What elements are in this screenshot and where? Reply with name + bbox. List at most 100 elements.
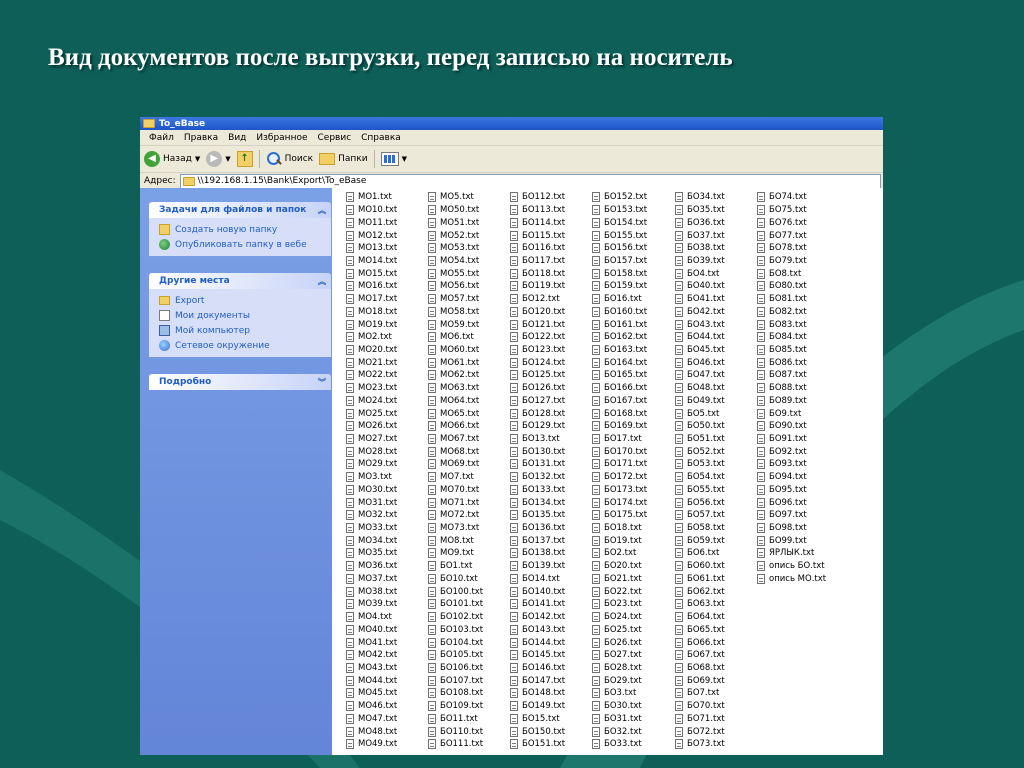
file-item[interactable]: БО151.txt: [510, 738, 592, 751]
file-item[interactable]: БО57.txt: [675, 509, 757, 522]
file-item[interactable]: МО17.txt: [346, 293, 428, 306]
file-item[interactable]: опись МО.txt: [757, 573, 839, 586]
file-item[interactable]: БО118.txt: [510, 267, 592, 280]
file-item[interactable]: БО6.txt: [675, 547, 757, 560]
file-item[interactable]: БО142.txt: [510, 611, 592, 624]
file-item[interactable]: БО21.txt: [592, 573, 674, 586]
menu-view[interactable]: Вид: [223, 133, 251, 143]
file-item[interactable]: МО56.txt: [428, 280, 510, 293]
file-item[interactable]: БО143.txt: [510, 623, 592, 636]
file-item[interactable]: БО100.txt: [428, 585, 510, 598]
file-item[interactable]: БО145.txt: [510, 649, 592, 662]
file-item[interactable]: БО79.txt: [757, 255, 839, 268]
file-item[interactable]: БО1.txt: [428, 560, 510, 573]
file-item[interactable]: БО38.txt: [675, 242, 757, 255]
file-item[interactable]: БО2.txt: [592, 547, 674, 560]
file-item[interactable]: БО44.txt: [675, 331, 757, 344]
file-item[interactable]: МО55.txt: [428, 267, 510, 280]
file-item[interactable]: БО125.txt: [510, 369, 592, 382]
file-item[interactable]: БО25.txt: [592, 623, 674, 636]
file-item[interactable]: БО148.txt: [510, 687, 592, 700]
file-item[interactable]: БО91.txt: [757, 433, 839, 446]
folder-up-icon[interactable]: ↑: [236, 151, 253, 167]
file-item[interactable]: БО110.txt: [428, 725, 510, 738]
file-item[interactable]: МО14.txt: [346, 255, 428, 268]
file-item[interactable]: БО162.txt: [592, 331, 674, 344]
file-item[interactable]: МО40.txt: [346, 623, 428, 636]
file-item[interactable]: БО166.txt: [592, 382, 674, 395]
file-item[interactable]: БО114.txt: [510, 216, 592, 229]
file-item[interactable]: МО5.txt: [428, 191, 510, 204]
file-item[interactable]: МО60.txt: [428, 344, 510, 357]
file-item[interactable]: БО16.txt: [592, 293, 674, 306]
file-item[interactable]: БО14.txt: [510, 573, 592, 586]
file-item[interactable]: МО27.txt: [346, 433, 428, 446]
file-item[interactable]: МО34.txt: [346, 534, 428, 547]
file-item[interactable]: БО170.txt: [592, 445, 674, 458]
file-item[interactable]: БО138.txt: [510, 547, 592, 560]
file-item[interactable]: МО58.txt: [428, 305, 510, 318]
file-item[interactable]: БО174.txt: [592, 496, 674, 509]
file-item[interactable]: БО101.txt: [428, 598, 510, 611]
collapse-icon[interactable]: ︽: [318, 276, 326, 287]
file-item[interactable]: БО144.txt: [510, 636, 592, 649]
file-item[interactable]: МО48.txt: [346, 725, 428, 738]
file-item[interactable]: БО46.txt: [675, 356, 757, 369]
file-item[interactable]: БО163.txt: [592, 344, 674, 357]
file-item[interactable]: БО168.txt: [592, 407, 674, 420]
file-item[interactable]: МО69.txt: [428, 458, 510, 471]
file-item[interactable]: БО47.txt: [675, 369, 757, 382]
file-item[interactable]: МО1.txt: [346, 191, 428, 204]
file-item[interactable]: БО65.txt: [675, 623, 757, 636]
file-item[interactable]: МО6.txt: [428, 331, 510, 344]
file-item[interactable]: БО43.txt: [675, 318, 757, 331]
file-item[interactable]: БО4.txt: [675, 267, 757, 280]
file-item[interactable]: БО73.txt: [675, 738, 757, 751]
chevron-down-icon[interactable]: ▼: [195, 155, 200, 163]
file-item[interactable]: БО169.txt: [592, 420, 674, 433]
file-item[interactable]: БО30.txt: [592, 700, 674, 713]
file-item[interactable]: МО45.txt: [346, 687, 428, 700]
file-item[interactable]: БО35.txt: [675, 204, 757, 217]
file-item[interactable]: БО164.txt: [592, 356, 674, 369]
file-item[interactable]: БО77.txt: [757, 229, 839, 242]
file-item[interactable]: БО136.txt: [510, 522, 592, 535]
file-item[interactable]: БО70.txt: [675, 700, 757, 713]
file-item[interactable]: БО5.txt: [675, 407, 757, 420]
file-item[interactable]: МО29.txt: [346, 458, 428, 471]
file-item[interactable]: МО26.txt: [346, 420, 428, 433]
file-item[interactable]: МО39.txt: [346, 598, 428, 611]
file-item[interactable]: БО19.txt: [592, 534, 674, 547]
file-item[interactable]: БО71.txt: [675, 712, 757, 725]
file-item[interactable]: БО111.txt: [428, 738, 510, 751]
file-item[interactable]: БО85.txt: [757, 344, 839, 357]
file-item[interactable]: БО127.txt: [510, 395, 592, 408]
file-item[interactable]: БО67.txt: [675, 649, 757, 662]
file-item[interactable]: МО37.txt: [346, 573, 428, 586]
file-item[interactable]: БО107.txt: [428, 674, 510, 687]
file-item[interactable]: БО34.txt: [675, 191, 757, 204]
file-item[interactable]: БО155.txt: [592, 229, 674, 242]
file-item[interactable]: БО104.txt: [428, 636, 510, 649]
file-item[interactable]: БО88.txt: [757, 382, 839, 395]
file-item[interactable]: МО67.txt: [428, 433, 510, 446]
file-item[interactable]: МО4.txt: [346, 611, 428, 624]
file-item[interactable]: МО71.txt: [428, 496, 510, 509]
file-item[interactable]: БО131.txt: [510, 458, 592, 471]
file-item[interactable]: ЯРЛЫК.txt: [757, 547, 839, 560]
file-item[interactable]: БО33.txt: [592, 738, 674, 751]
file-item[interactable]: МО43.txt: [346, 662, 428, 675]
file-item[interactable]: БО172.txt: [592, 471, 674, 484]
file-item[interactable]: МО65.txt: [428, 407, 510, 420]
file-item[interactable]: БО83.txt: [757, 318, 839, 331]
address-input[interactable]: \\192.168.1.15\Bank\Export\To_eBase: [179, 173, 881, 189]
file-item[interactable]: БО31.txt: [592, 712, 674, 725]
forward-button[interactable]: ▶ ▼: [206, 151, 231, 167]
file-item[interactable]: БО23.txt: [592, 598, 674, 611]
file-item[interactable]: БО76.txt: [757, 216, 839, 229]
place-network[interactable]: Сетевое окружение: [159, 338, 331, 353]
menu-favorites[interactable]: Избранное: [251, 133, 312, 143]
details-header[interactable]: Подробно ︾: [149, 374, 331, 390]
other-places-header[interactable]: Другие места ︽: [149, 273, 331, 289]
file-item[interactable]: БО149.txt: [510, 700, 592, 713]
